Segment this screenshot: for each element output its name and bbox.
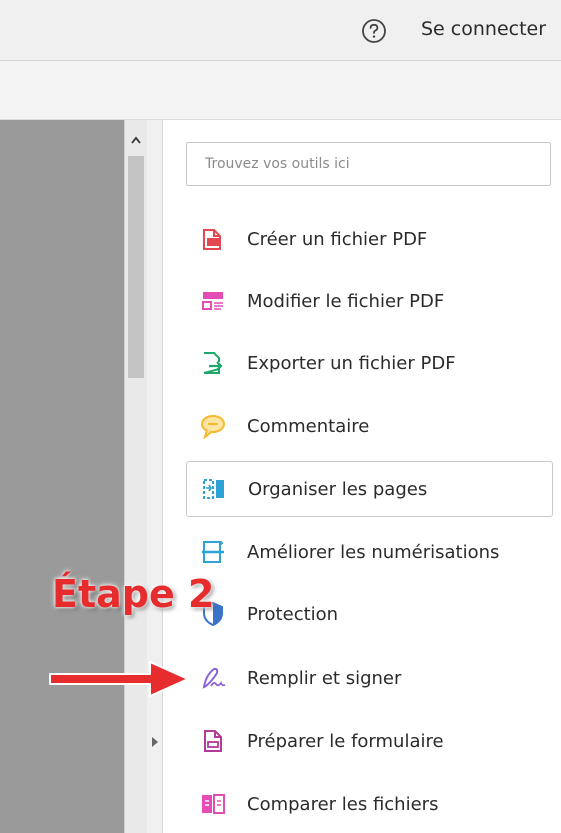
right-arrow-icon (49, 661, 189, 697)
tool-fill-sign[interactable]: Remplir et signer (186, 650, 553, 706)
enhance-scans-icon (202, 541, 224, 563)
document-view (0, 120, 124, 833)
tool-label: Organiser les pages (248, 478, 428, 500)
tool-prepare-form[interactable]: Préparer le formulaire (186, 713, 553, 769)
tool-label: Modifier le fichier PDF (247, 290, 445, 312)
comment-icon (201, 415, 225, 439)
tool-label: Créer un fichier PDF (247, 228, 428, 250)
tool-label: Préparer le formulaire (247, 730, 444, 752)
tool-export-pdf[interactable]: Exporter un fichier PDF (186, 335, 553, 391)
tool-compare-files[interactable]: Comparer les fichiers (186, 776, 553, 832)
scroll-up-arrow-icon[interactable] (131, 136, 141, 144)
sign-in-link[interactable]: Se connecter (421, 18, 546, 40)
secondary-toolbar (0, 61, 561, 120)
tool-label: Remplir et signer (247, 667, 402, 689)
top-toolbar: Se connecter (0, 0, 561, 61)
tool-label: Commentaire (247, 415, 370, 437)
panel-collapse-gutter (147, 120, 163, 833)
compare-files-icon (202, 794, 225, 814)
collapse-panel-arrow-icon[interactable] (151, 736, 159, 748)
tool-edit-pdf[interactable]: Modifier le fichier PDF (186, 273, 553, 329)
tool-label: Comparer les fichiers (247, 793, 439, 815)
create-pdf-icon (203, 229, 221, 250)
tool-label: Protection (247, 603, 339, 625)
edit-pdf-icon (202, 292, 223, 310)
tools-panel: Créer un fichier PDF Modifier le fichier… (163, 120, 561, 833)
tool-create-pdf[interactable]: Créer un fichier PDF (186, 211, 553, 267)
question-circle-icon[interactable] (361, 18, 387, 44)
scroll-thumb[interactable] (128, 156, 144, 378)
step-annotation-label: Étape 2 (52, 572, 215, 616)
fill-sign-pen-icon (202, 667, 226, 689)
tool-label: Exporter un fichier PDF (247, 352, 456, 374)
organize-pages-icon (203, 479, 224, 499)
tool-enhance-scans[interactable]: Améliorer les numérisations (186, 524, 553, 580)
tool-organize-pages[interactable]: Organiser les pages (186, 461, 553, 517)
tool-comment[interactable]: Commentaire (186, 398, 553, 454)
prepare-form-icon (204, 730, 222, 752)
tool-label: Améliorer les numérisations (247, 541, 500, 563)
export-pdf-icon (203, 352, 223, 374)
vertical-scrollbar[interactable] (124, 120, 148, 833)
tool-protection[interactable]: Protection (186, 586, 553, 642)
tools-search-input[interactable] (186, 142, 551, 186)
